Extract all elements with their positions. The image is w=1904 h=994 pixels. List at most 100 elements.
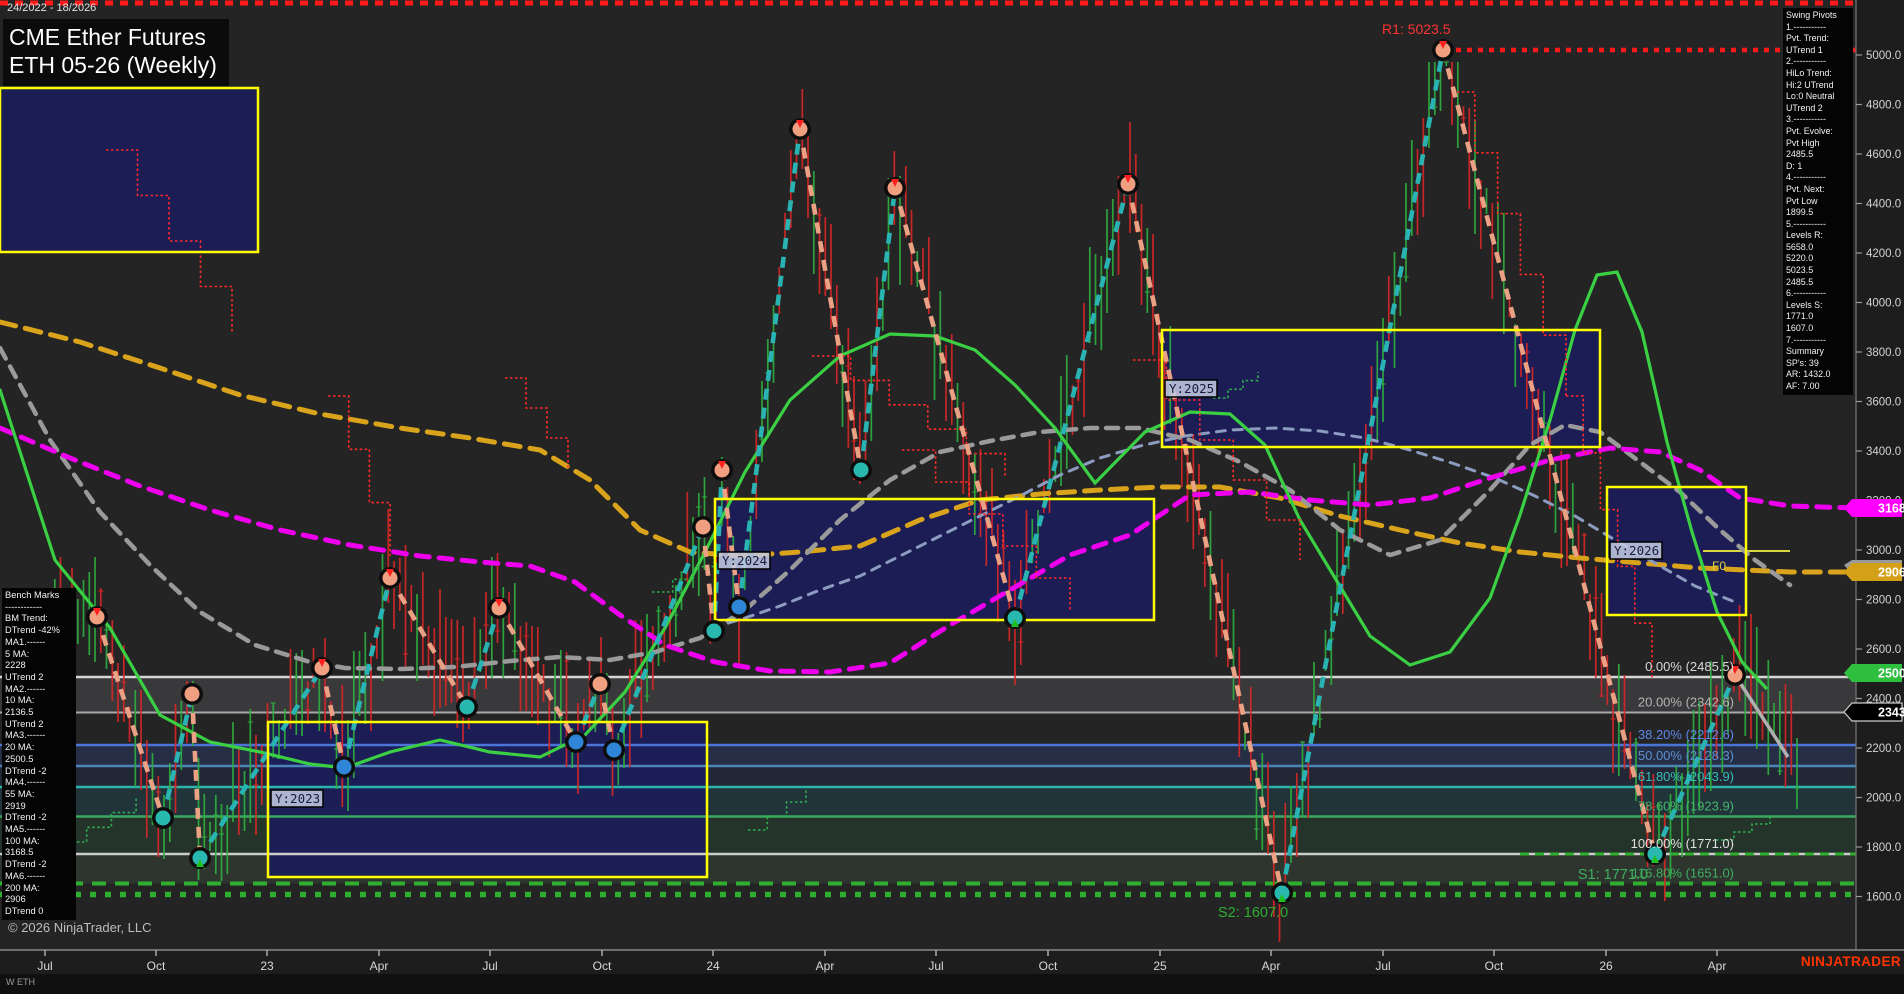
bench-marks-line: DTrend -2	[5, 859, 73, 871]
fib-level-label: 61.80% (2043.9)	[1638, 769, 1734, 784]
pivot-low-dot	[460, 700, 475, 715]
swing-pivots-line: 2.-----------	[1786, 56, 1850, 68]
pivot-high-dot	[593, 677, 608, 692]
fib-level-label: 38.20% (2212.6)	[1638, 727, 1734, 742]
year-label-text: Y:2024	[722, 553, 767, 568]
time-axis-label: Jul	[482, 959, 497, 973]
fib-level-label: 50.00% (2128.3)	[1638, 748, 1734, 763]
bench-marks-line: 3168.5	[5, 847, 73, 859]
bench-marks-line: 5 MA:	[5, 649, 73, 661]
swing-pivots-lines: 1.-----------Pvt. Trend:UTrend 12.------…	[1786, 22, 1850, 393]
time-axis-label: Apr	[1708, 959, 1727, 973]
price-axis-label: 4400.0	[1866, 199, 1901, 211]
time-axis-label: 25	[1153, 959, 1167, 973]
price-axis-label: 4600.0	[1866, 149, 1901, 161]
price-chart-canvas[interactable]: Y:2023 Y:2024 Y:2025 Y:2026 0.00% (2485.5) 20…	[0, 0, 1904, 994]
fib-level-label: 0.00% (2485.5)	[1645, 659, 1734, 674]
time-axis-label: Oct	[147, 959, 166, 973]
time-axis-label: Jul	[928, 959, 943, 973]
bench-marks-line: DTrend -2	[5, 766, 73, 778]
price-axis-label: 4200.0	[1866, 248, 1901, 260]
title-line2: ETH 05-26 (Weekly)	[9, 51, 217, 79]
time-axis-label: 24	[706, 959, 720, 973]
bench-marks-line: MA4.------	[5, 777, 73, 789]
pivot-low-dot	[569, 735, 584, 750]
swing-pivots-title: Swing Pivots	[1786, 10, 1850, 22]
bench-marks-line: DTrend -42%	[5, 625, 73, 637]
bench-marks-line: 2919	[5, 801, 73, 813]
swing-pivots-line: 4.-----------	[1786, 172, 1850, 184]
bench-marks-line: 55 MA:	[5, 789, 73, 801]
swing-pivots-line: UTrend 1	[1786, 45, 1850, 57]
swing-pivots-line: D: 1	[1786, 161, 1850, 173]
bench-marks-line: BM Trend:	[5, 613, 73, 625]
swing-pivots-line: Lo:0 Neutral	[1786, 91, 1850, 103]
s2-label: S2: 1607.0	[1218, 905, 1288, 921]
time-axis-label: Oct	[593, 959, 612, 973]
price-marker-text: 2906.1	[1878, 566, 1904, 580]
swing-pivots-line: 5220.0	[1786, 253, 1850, 265]
swing-pivots-line: Pvt Low	[1786, 196, 1850, 208]
pivot-low-dot	[707, 624, 722, 639]
pivot-low-dot	[337, 760, 352, 775]
chart-title: CME Ether Futures ETH 05-26 (Weekly)	[3, 19, 229, 86]
swing-pivots-line: Levels S:	[1786, 300, 1850, 312]
swing-pivots-line: Levels R:	[1786, 230, 1850, 242]
price-axis-label: 4000.0	[1866, 298, 1901, 310]
time-axis-label: 26	[1599, 959, 1613, 973]
bench-marks-line: UTrend 2	[5, 719, 73, 731]
swing-pivots-line: 1607.0	[1786, 323, 1850, 335]
s1-label: S1: 1771.0	[1578, 867, 1648, 883]
swing-pivots-line: SP's: 39	[1786, 358, 1850, 370]
swing-pivots-line: 1899.5	[1786, 207, 1850, 219]
swing-pivots-line: UTrend 2	[1786, 103, 1850, 115]
ninjatrader-chart-window: Y:2023 Y:2024 Y:2025 Y:2026 0.00% (2485.5) 20…	[0, 0, 1904, 994]
price-axis-label: 3800.0	[1866, 347, 1901, 359]
swing-pivots-line: Pvt. Evolve:	[1786, 126, 1850, 138]
bench-marks-line: DTrend -2	[5, 812, 73, 824]
copyright-label: © 2026 NinjaTrader, LLC	[8, 920, 152, 935]
fib-level-label: 78.60% (1923.9)	[1638, 799, 1734, 814]
bench-marks-line: 2228	[5, 660, 73, 672]
bench-marks-line: MA1.------	[5, 637, 73, 649]
date-range-label: 24/2022 - 18/2026	[7, 2, 96, 14]
bench-marks-line: MA3.------	[5, 730, 73, 742]
price-axis-label: 3000.0	[1866, 545, 1901, 557]
time-axis-label: Oct	[1039, 959, 1058, 973]
swing-pivots-line: 2485.5	[1786, 277, 1850, 289]
bench-marks-title: Bench Marks	[5, 590, 73, 602]
bottom-bar	[0, 974, 1904, 994]
swing-pivots-line: Pvt. Trend:	[1786, 33, 1850, 45]
instrument-tag: W ETH	[6, 977, 35, 987]
bench-marks-line: UTrend 2	[5, 672, 73, 684]
swing-pivots-line: Pvt. Next:	[1786, 184, 1850, 196]
pivot-high-dot	[185, 687, 200, 702]
swing-pivots-panel: Swing Pivots 1.-----------Pvt. Trend:UTr…	[1783, 8, 1853, 395]
swing-pivots-line: AF: 7.00	[1786, 381, 1850, 393]
swing-pivots-line: AR: 1432.0	[1786, 369, 1850, 381]
time-axis-label: Jul	[37, 959, 52, 973]
bench-marks-line: ------------	[5, 602, 73, 614]
year-label-text: Y:2025	[1169, 381, 1214, 396]
fib-band	[0, 677, 1856, 713]
price-axis-label: 2600.0	[1866, 644, 1901, 656]
bench-marks-line: 20 MA:	[5, 742, 73, 754]
year-label-text: Y:2023	[275, 791, 320, 806]
swing-pivots-line: 2485.5	[1786, 149, 1850, 161]
title-line1: CME Ether Futures	[9, 23, 217, 51]
pivot-low-dot	[854, 463, 869, 478]
bench-marks-line: MA6.------	[5, 871, 73, 883]
year-label-text: Y:2026	[1614, 543, 1659, 558]
bench-marks-line: 200 MA:	[5, 883, 73, 895]
price-axis-label: 3600.0	[1866, 397, 1901, 409]
pivot-low-dot	[732, 600, 747, 615]
time-axis-label: 23	[260, 959, 274, 973]
pivot-low-dot	[607, 743, 622, 758]
bench-marks-line: 10 MA:	[5, 695, 73, 707]
swing-pivots-line: 1.-----------	[1786, 22, 1850, 34]
price-axis-label: 1600.0	[1866, 892, 1901, 904]
price-marker-text: 3168.7	[1878, 502, 1904, 516]
ninjatrader-brand-label: NINJATRADER	[1801, 954, 1901, 969]
year-range-box	[0, 88, 258, 252]
time-axis-label: Apr	[816, 959, 835, 973]
